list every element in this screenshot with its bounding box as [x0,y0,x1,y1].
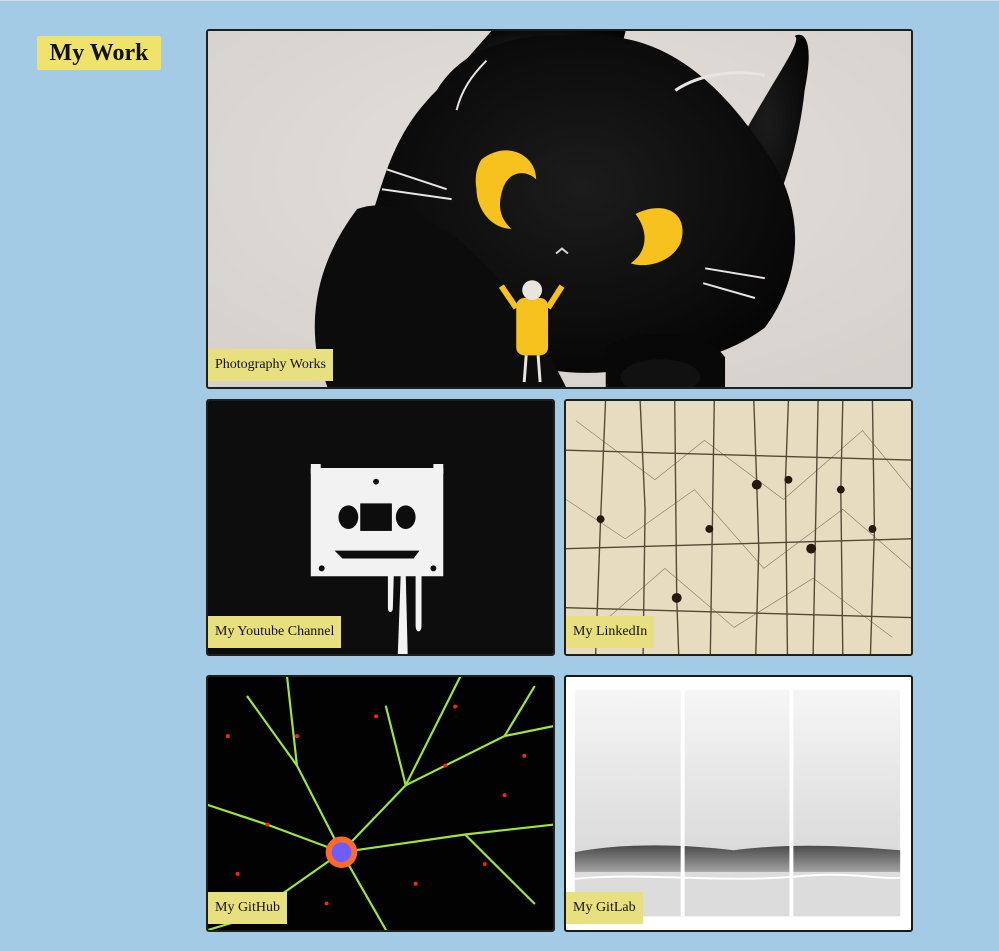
top-border [0,0,999,1]
card-label: My Youtube Channel [208,616,342,648]
card-photography[interactable]: Photography Works [206,29,913,389]
card-youtube[interactable]: My Youtube Channel [206,399,555,656]
black-cat-illustration [208,31,911,387]
card-label: My GitLab [566,892,643,924]
card-label: My GitHub [208,892,287,924]
card-github[interactable]: My GitHub [206,675,555,932]
card-gitlab[interactable]: My GitLab [564,675,913,932]
card-label: My LinkedIn [566,616,655,648]
section-title: My Work [37,36,161,70]
card-linkedin[interactable]: My LinkedIn [564,399,913,656]
card-label: Photography Works [208,349,334,381]
